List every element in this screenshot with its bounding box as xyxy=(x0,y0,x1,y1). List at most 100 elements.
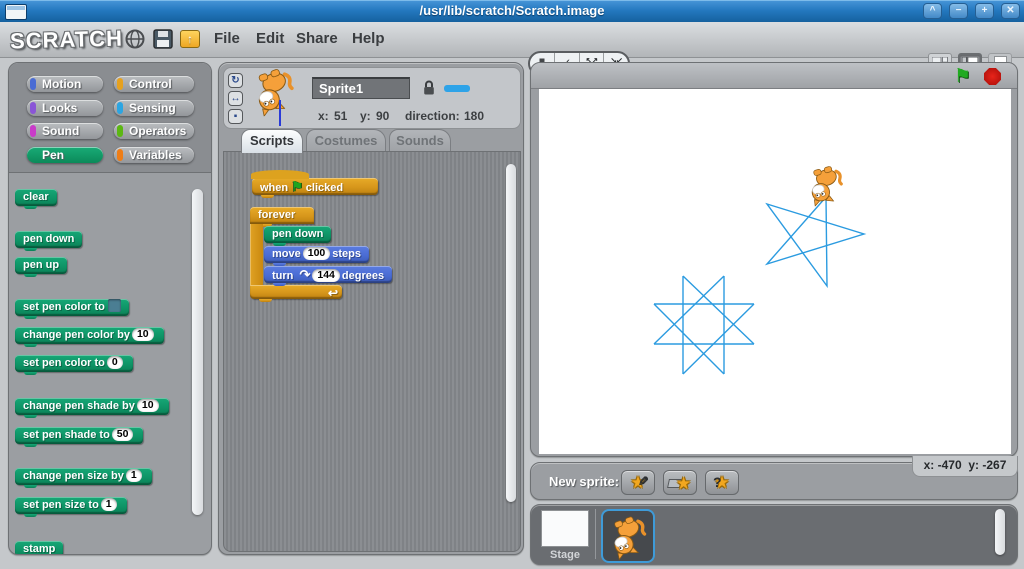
green-flag-button[interactable]: ⚑ xyxy=(954,65,971,88)
rotate-free-button[interactable]: ↻ xyxy=(228,73,243,88)
direction-line xyxy=(279,100,281,126)
mouse-y-label: y: xyxy=(968,458,979,472)
number-arg[interactable]: 0 xyxy=(107,356,123,369)
palette-block-change-pen-shade[interactable]: change pen shade by10 xyxy=(15,398,169,415)
number-arg[interactable]: 10 xyxy=(137,399,159,412)
turn-degrees-arg[interactable]: 144 xyxy=(312,269,340,282)
palette-block-set-pen-color[interactable]: set pen color to0 xyxy=(15,355,133,372)
turn-clockwise-icon: ↷ xyxy=(299,267,310,282)
cat-sprite[interactable] xyxy=(806,164,846,206)
number-arg[interactable]: 50 xyxy=(112,428,134,441)
paint-new-sprite-button[interactable]: ★ ✎ xyxy=(621,470,655,495)
looks-color-chip xyxy=(30,102,36,114)
sensing-color-chip xyxy=(117,102,123,114)
rotate-none-button[interactable]: ▪ xyxy=(228,109,243,124)
sprite-name-input[interactable] xyxy=(312,77,410,99)
tab-scripts[interactable]: Scripts xyxy=(241,129,303,153)
tab-costumes[interactable]: Costumes xyxy=(306,129,386,153)
rotate-free-icon: ↻ xyxy=(231,75,239,86)
category-pen[interactable]: Pen xyxy=(27,147,103,163)
palette-block-change-pen-size[interactable]: change pen size by1 xyxy=(15,468,152,485)
share-project-button[interactable]: ↑ xyxy=(180,28,202,50)
floppy-icon xyxy=(152,28,174,50)
sprite-x-label: x: xyxy=(318,109,329,123)
pen-color-indicator xyxy=(444,85,470,92)
lock-icon[interactable] xyxy=(422,79,436,96)
share-arrow-icon: ↑ xyxy=(180,30,200,48)
number-arg[interactable]: 1 xyxy=(101,498,117,511)
block-move-steps[interactable]: move100steps xyxy=(264,246,369,263)
palette-block-stamp[interactable]: stamp xyxy=(15,541,63,555)
palette-block-set-pen-color-swatch[interactable]: set pen color to xyxy=(15,299,129,316)
palette-block-set-pen-size[interactable]: set pen size to1 xyxy=(15,497,127,514)
palette-block-change-pen-color[interactable]: change pen color by10 xyxy=(15,327,164,344)
category-control[interactable]: Control xyxy=(114,76,194,92)
category-sensing[interactable]: Sensing xyxy=(114,100,194,116)
sprite-info-header: ↻ ↔ ▪ x: 51 y: 90 direction: 180 xyxy=(223,67,521,129)
scratch-logo: SCRATCH xyxy=(10,26,124,55)
stage-thumbnail-label: Stage xyxy=(541,549,589,561)
green-flag-icon: ⚑ xyxy=(291,179,303,194)
stop-button[interactable] xyxy=(984,68,1001,85)
pen-color-swatch[interactable] xyxy=(108,299,121,312)
category-sound[interactable]: Sound xyxy=(27,123,103,139)
collapse-button[interactable]: ^ xyxy=(923,3,942,19)
stage-panel: ⚑ xyxy=(530,62,1018,457)
menu-edit[interactable]: Edit xyxy=(256,30,284,47)
star-icon: ★ xyxy=(676,472,691,495)
surprise-sprite-button[interactable]: ★ ? xyxy=(705,470,739,495)
window-title: /usr/lib/scratch/Scratch.image xyxy=(0,3,1024,18)
mouse-x-value: -470 xyxy=(938,458,962,472)
save-button[interactable] xyxy=(152,28,174,50)
category-motion[interactable]: Motion xyxy=(27,76,103,92)
stage-header: ⚑ xyxy=(531,63,1017,89)
sprite-y-label: y: xyxy=(360,109,371,123)
palette-block-clear[interactable]: clear xyxy=(15,189,57,206)
menu-file[interactable]: File xyxy=(214,30,240,47)
pen-trails xyxy=(654,197,864,374)
script-area[interactable]: when⚑clicked forever ↩ pen down move100s… xyxy=(223,151,521,552)
menu-share[interactable]: Share xyxy=(296,30,338,47)
block-when-flag-clicked[interactable]: when⚑clicked xyxy=(252,178,378,195)
script-scrollbar[interactable] xyxy=(506,164,516,502)
block-turn-degrees[interactable]: turn ↷144degrees xyxy=(264,266,392,283)
new-sprite-label: New sprite: xyxy=(549,474,619,489)
category-operators[interactable]: Operators xyxy=(114,123,194,139)
forever-bottom[interactable]: ↩ xyxy=(250,285,342,299)
sprite-x-value: 51 xyxy=(334,109,347,123)
palette-block-pen-up[interactable]: pen up xyxy=(15,257,67,274)
maximize-button[interactable]: + xyxy=(975,3,994,19)
block-forever[interactable]: forever xyxy=(250,207,314,224)
globe-icon xyxy=(124,28,146,50)
category-area: Motion Control Looks Sensing Sound Opera… xyxy=(9,63,211,173)
sprite-list-scrollbar[interactable] xyxy=(995,509,1005,555)
forever-arm xyxy=(250,224,263,285)
palette-scrollbar[interactable] xyxy=(192,189,203,515)
minimize-button[interactable]: − xyxy=(949,3,968,19)
mouse-coordinates: x: -470 y: -267 xyxy=(912,456,1018,477)
operators-color-chip xyxy=(117,125,123,137)
window-controls: ^ − + ✕ xyxy=(923,3,1020,19)
palette-block-set-pen-shade[interactable]: set pen shade to50 xyxy=(15,427,143,444)
move-steps-arg[interactable]: 100 xyxy=(303,247,331,260)
mouse-y-value: -267 xyxy=(982,458,1006,472)
category-variables[interactable]: Variables xyxy=(114,147,194,163)
close-button[interactable]: ✕ xyxy=(1001,3,1020,19)
open-sprite-button[interactable]: ★ xyxy=(663,470,697,495)
number-arg[interactable]: 1 xyxy=(126,469,142,482)
tab-sounds[interactable]: Sounds xyxy=(389,129,451,153)
rotate-leftright-button[interactable]: ↔ xyxy=(228,91,243,106)
number-arg[interactable]: 10 xyxy=(132,328,154,341)
title-bar[interactable]: /usr/lib/scratch/Scratch.image ^ − + ✕ xyxy=(0,0,1024,22)
palette-block-pen-down[interactable]: pen down xyxy=(15,231,82,248)
sprite1-thumbnail[interactable] xyxy=(601,509,655,563)
rotate-none-icon: ▪ xyxy=(234,111,238,122)
category-looks[interactable]: Looks xyxy=(27,100,103,116)
menu-help[interactable]: Help xyxy=(352,30,385,47)
stage-thumbnail[interactable] xyxy=(541,510,589,547)
rotate-leftright-icon: ↔ xyxy=(231,93,241,104)
block-pen-down[interactable]: pen down xyxy=(264,226,331,243)
motion-color-chip xyxy=(30,78,36,90)
menu-bar: SCRATCH ↑ File Edit Share Help xyxy=(0,22,1024,58)
language-button[interactable] xyxy=(124,28,146,50)
